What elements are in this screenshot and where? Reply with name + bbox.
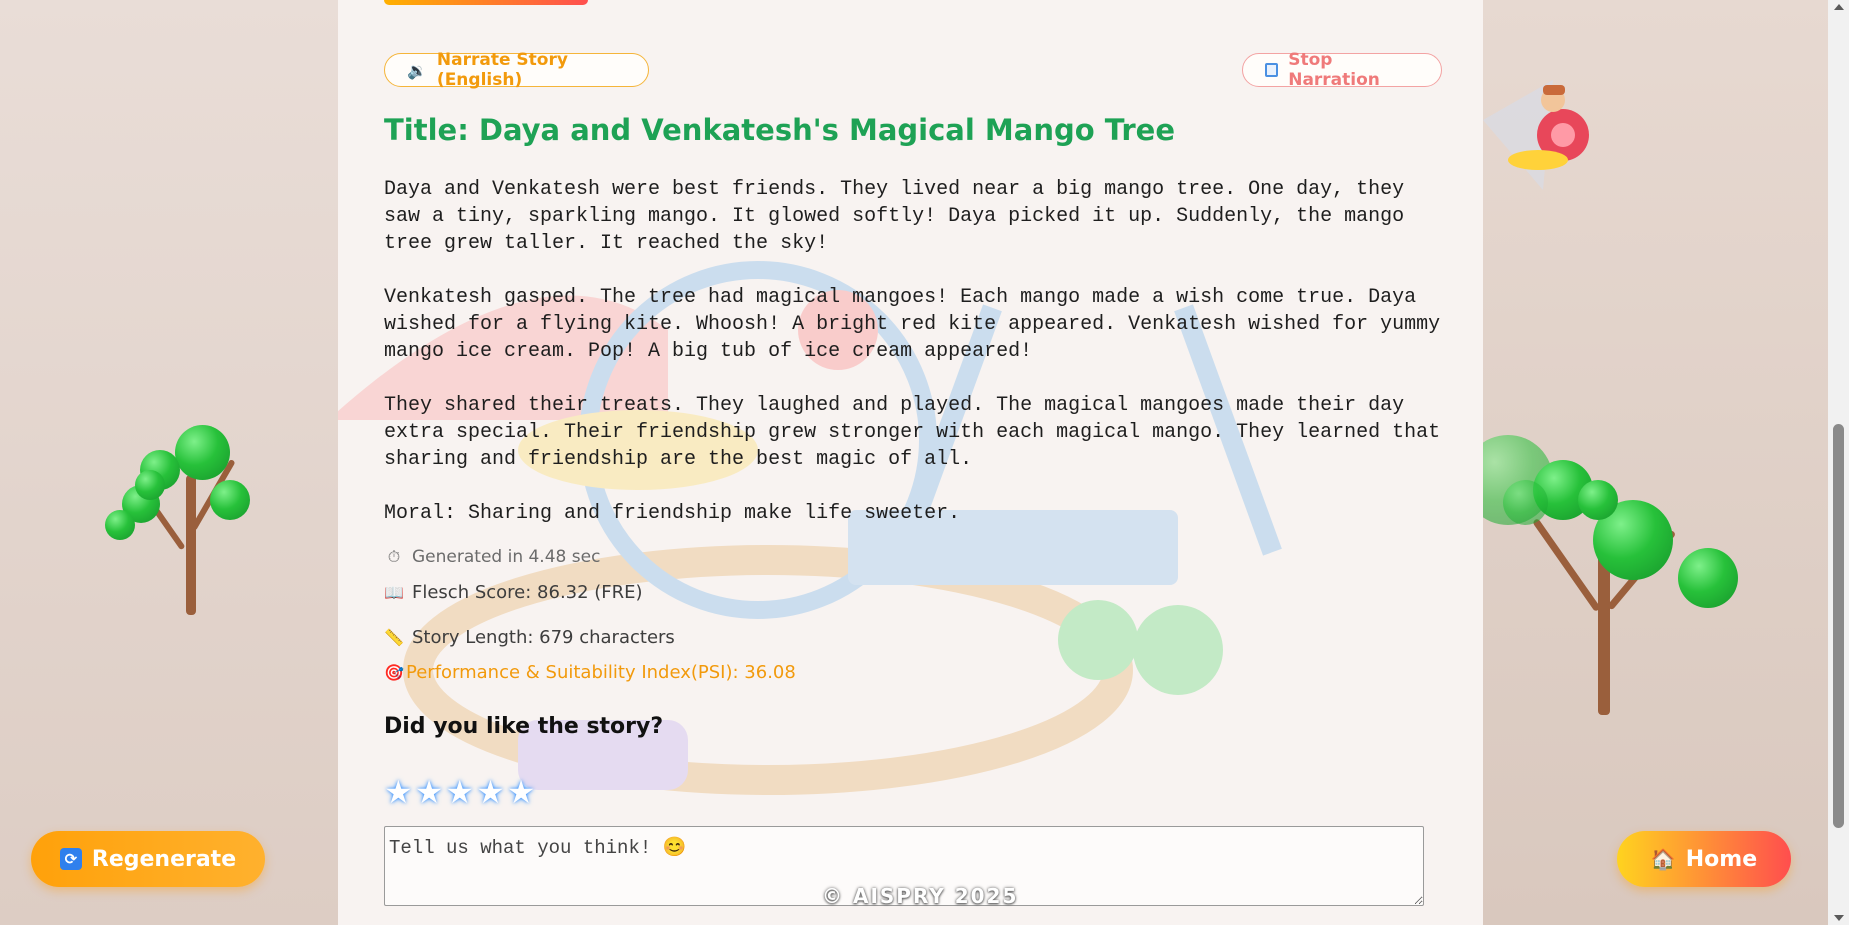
story-length-text: Story Length: 679 characters (412, 627, 675, 648)
psi-stat: 🎯 Performance & Suitability Index(PSI): … (384, 662, 796, 683)
plane-toy-illustration (1483, 60, 1603, 200)
home-button[interactable]: 🏠 Home (1617, 831, 1791, 887)
ruler-icon: 📏 (384, 628, 404, 647)
generation-time-text: Generated in 4.48 sec (412, 547, 601, 567)
feedback-question: Did you like the story? (384, 714, 664, 739)
regenerate-label: Regenerate (91, 846, 237, 872)
story-paragraph: They shared their treats. They laughed a… (384, 394, 1441, 471)
story-paragraph: Daya and Venkatesh were best friends. Th… (384, 178, 1405, 255)
flesch-score-stat: 📖 Flesch Score: 86.32 (FRE) (384, 582, 643, 603)
stopwatch-icon: ⏱ (387, 547, 401, 566)
page-scrollbar[interactable] (1828, 0, 1849, 925)
psi-text: Performance & Suitability Index(PSI): 36… (406, 662, 796, 683)
story-title: Title: Daya and Venkatesh's Magical Mang… (384, 113, 1175, 147)
star-icon[interactable]: ★ (415, 772, 444, 812)
regenerate-button[interactable]: ⟳ Regenerate (31, 831, 265, 887)
star-icon[interactable]: ★ (384, 772, 413, 812)
top-accent-bar (384, 0, 588, 5)
narrate-story-button[interactable]: 🔉 Narrate Story (English) (384, 50, 649, 90)
story-moral: Moral: Sharing and friendship make life … (384, 502, 961, 525)
tree-illustration-right (1463, 430, 1738, 720)
left-background (0, 0, 338, 925)
scroll-up-arrow-icon[interactable] (1834, 4, 1844, 10)
copyright-text: © AISPRY 2025 (822, 884, 1019, 908)
stop-narration-label: Stop Narration (1288, 50, 1380, 90)
story-panel: 🔉 Narrate Story (English) Stop Narration… (338, 0, 1483, 925)
refresh-icon: ⟳ (59, 848, 82, 870)
story-paragraph: Venkatesh gasped. The tree had magical m… (384, 286, 1441, 363)
star-icon[interactable]: ★ (445, 772, 474, 812)
story-length-stat: 📏 Story Length: 679 characters (384, 627, 675, 648)
flesch-score-text: Flesch Score: 86.32 (FRE) (412, 582, 643, 603)
stop-narration-button[interactable]: Stop Narration (1242, 50, 1442, 90)
narrate-story-label: Narrate Story (English) (436, 50, 568, 90)
right-background (1463, 0, 1828, 925)
book-icon: 📖 (384, 583, 404, 602)
home-label: Home (1685, 846, 1758, 872)
speaker-icon: 🔉 (407, 60, 427, 80)
scroll-down-arrow-icon[interactable] (1834, 915, 1844, 921)
generation-time-stat: ⏱ Generated in 4.48 sec (384, 547, 601, 567)
star-icon[interactable]: ★ (476, 772, 505, 812)
scrollbar-thumb[interactable] (1833, 424, 1844, 828)
target-icon: 🎯 (384, 663, 404, 682)
tree-illustration-left (100, 415, 270, 625)
star-icon[interactable]: ★ (507, 772, 536, 812)
star-rating[interactable]: ★ ★ ★ ★ ★ (384, 772, 535, 812)
story-text: Daya and Venkatesh were best friends. Th… (384, 176, 1444, 554)
house-icon: 🏠 (1650, 847, 1676, 871)
stop-icon (1265, 63, 1279, 77)
